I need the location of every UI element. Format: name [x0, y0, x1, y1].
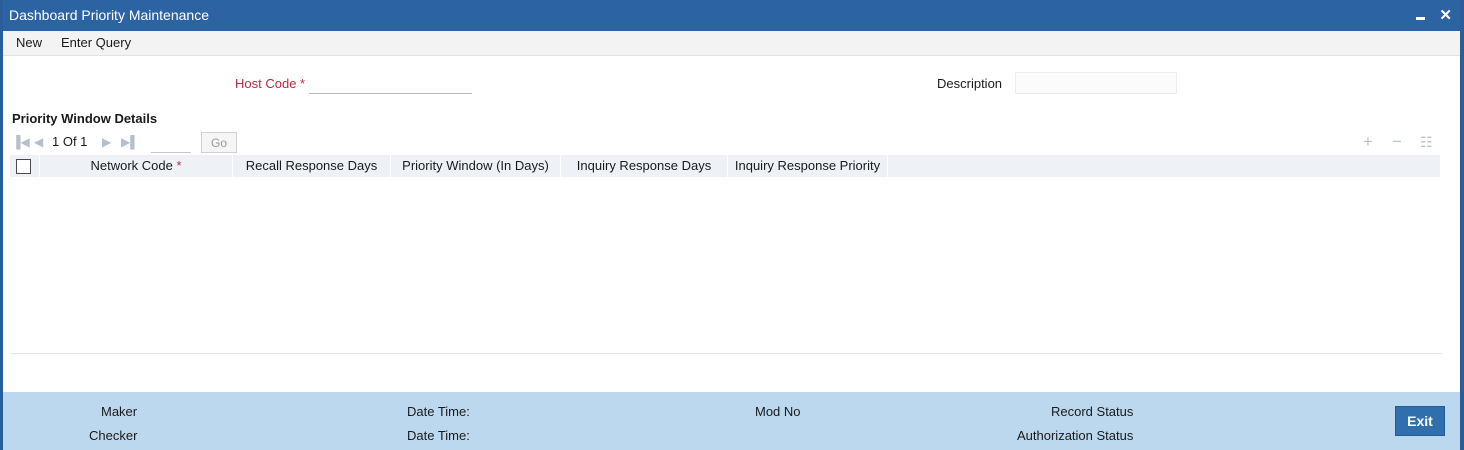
- select-all-cell: [10, 155, 40, 177]
- host-code-input[interactable]: [309, 74, 472, 94]
- description-label: Description: [937, 76, 1003, 91]
- first-page-icon[interactable]: ▐◀: [12, 135, 30, 149]
- new-menu-item[interactable]: New: [16, 35, 42, 50]
- page-number-input[interactable]: [151, 135, 191, 153]
- window-controls: ✕: [1416, 0, 1452, 31]
- checker-label: Checker: [89, 428, 138, 443]
- maker-date-time-label: Date Time:: [407, 404, 470, 419]
- section-title: Priority Window Details: [12, 111, 158, 126]
- add-row-icon[interactable]: +: [1363, 132, 1373, 152]
- title-bar: Dashboard Priority Maintenance ✕: [3, 0, 1460, 31]
- description-input[interactable]: [1015, 72, 1177, 94]
- required-marker: *: [300, 76, 306, 91]
- mod-no-label: Mod No: [755, 404, 801, 419]
- last-page-icon[interactable]: ▶▌: [121, 135, 139, 149]
- column-header-network-code[interactable]: Network Code *: [40, 155, 233, 177]
- next-page-icon[interactable]: ▶: [102, 135, 111, 149]
- record-status-label: Record Status: [1051, 404, 1134, 419]
- grid-pagination-bar: ▐◀ ◀ 1 Of 1 ▶ ▶▌ Go + − ☷: [10, 130, 1442, 154]
- required-marker: *: [176, 158, 182, 173]
- page-indicator: 1 Of 1: [52, 134, 88, 149]
- delete-row-icon[interactable]: −: [1392, 132, 1402, 152]
- select-all-checkbox[interactable]: [16, 159, 31, 174]
- window-title: Dashboard Priority Maintenance: [9, 7, 209, 23]
- single-view-icon[interactable]: ☷: [1420, 134, 1433, 151]
- column-header-recall-response-days[interactable]: Recall Response Days: [233, 155, 391, 177]
- authorization-status-label: Authorization Status: [1017, 428, 1134, 443]
- minimize-icon[interactable]: [1416, 8, 1426, 23]
- previous-page-icon[interactable]: ◀: [34, 135, 43, 149]
- audit-footer: Maker Checker Date Time: Date Time: Mod …: [3, 392, 1460, 450]
- column-header-priority-window[interactable]: Priority Window (In Days): [391, 155, 561, 177]
- go-button[interactable]: Go: [201, 132, 237, 153]
- table-header: Network Code * Recall Response Days Prio…: [10, 155, 1440, 177]
- close-icon[interactable]: ✕: [1439, 8, 1452, 23]
- checker-date-time-label: Date Time:: [407, 428, 470, 443]
- enter-query-menu-item[interactable]: Enter Query: [61, 35, 131, 50]
- maintenance-window: Dashboard Priority Maintenance ✕ New Ent…: [0, 0, 1464, 450]
- priority-window-grid: ▐◀ ◀ 1 Of 1 ▶ ▶▌ Go + − ☷ Network Code *…: [10, 130, 1442, 354]
- maker-label: Maker: [101, 404, 138, 419]
- column-header-inquiry-response-days[interactable]: Inquiry Response Days: [561, 155, 728, 177]
- column-header-inquiry-response-priority[interactable]: Inquiry Response Priority: [728, 155, 888, 177]
- exit-button[interactable]: Exit: [1395, 406, 1445, 436]
- host-code-label: Host Code *: [235, 76, 306, 91]
- menu-bar: New Enter Query: [3, 31, 1460, 56]
